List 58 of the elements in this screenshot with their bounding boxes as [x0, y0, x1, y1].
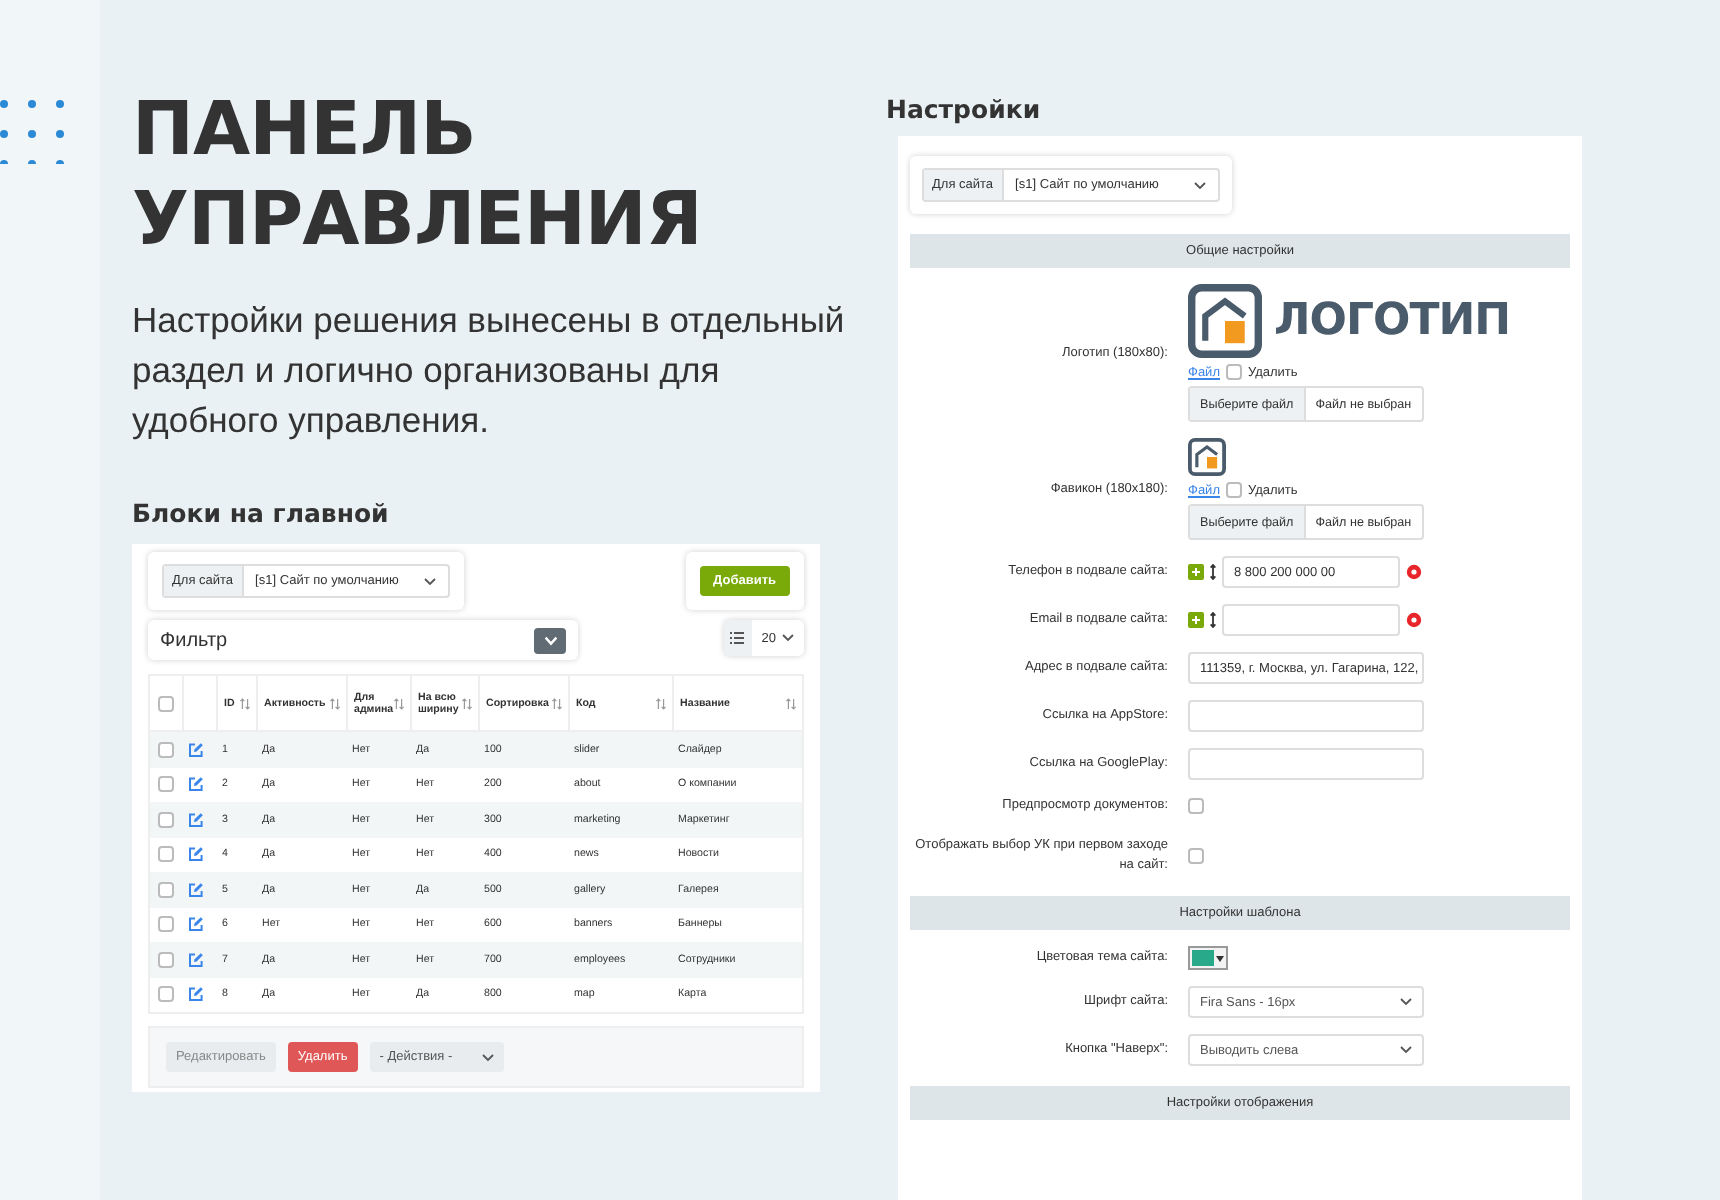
checkbox[interactable] [1225, 482, 1242, 498]
remove-icon[interactable] [1406, 612, 1422, 628]
checkbox[interactable] [158, 811, 174, 828]
color-picker[interactable] [1188, 946, 1228, 970]
add-icon[interactable] [1188, 612, 1204, 628]
chevron-down-icon [543, 635, 557, 645]
edit-icon[interactable] [188, 881, 204, 898]
filter-bar[interactable]: Фильтр [148, 620, 578, 660]
house-logo-icon [1188, 284, 1262, 358]
text-field[interactable] [1188, 700, 1424, 732]
checkbox[interactable] [1188, 798, 1204, 814]
edit-icon[interactable] [188, 986, 204, 1003]
checkbox[interactable] [1188, 848, 1204, 864]
text-field[interactable] [1222, 604, 1400, 636]
edit-icon[interactable] [188, 916, 204, 933]
chevron-down-icon [1194, 181, 1206, 189]
panel-title: Настройки [886, 94, 1043, 124]
sort-icon[interactable] [240, 697, 250, 709]
chevron-down-icon [1400, 1046, 1412, 1054]
chevron-down-icon [1400, 998, 1412, 1006]
caret-icon [1216, 955, 1224, 961]
checkbox[interactable] [1225, 364, 1242, 380]
checkbox[interactable] [158, 881, 174, 898]
checkbox[interactable] [158, 916, 174, 933]
checkbox[interactable] [158, 741, 174, 758]
chevron-down-icon [481, 1053, 494, 1061]
checkbox[interactable] [158, 776, 174, 793]
sort-icon[interactable] [330, 697, 340, 709]
checkbox[interactable] [158, 951, 174, 968]
edit-icon[interactable] [188, 951, 204, 968]
page-heading: ПАНЕЛЬ УПРАВЛЕНИЯ [132, 84, 704, 264]
section-title: Блоки на главной [132, 498, 391, 528]
edit-icon[interactable] [188, 741, 204, 758]
filter-label: Фильтр [160, 629, 228, 651]
checkbox[interactable] [158, 986, 174, 1003]
expand-button[interactable] [534, 627, 566, 653]
checkbox[interactable] [158, 846, 174, 863]
sort-icon[interactable] [552, 697, 562, 709]
sort-icon[interactable] [656, 697, 666, 709]
text-field[interactable] [1188, 748, 1424, 780]
dots-decoration [0, 100, 64, 164]
house-favicon-icon [1188, 438, 1226, 476]
chevron-down-icon [782, 634, 794, 642]
drag-icon[interactable] [1210, 564, 1216, 580]
remove-icon[interactable] [1406, 564, 1422, 580]
logo-image: ЛОГОТИП [1188, 284, 1511, 358]
add-icon[interactable] [1188, 564, 1204, 580]
drag-icon[interactable] [1210, 612, 1216, 628]
description-text: Настройки решения вынесены в отдельный раздел и логично организованы для удобного управления. [132, 298, 847, 444]
checkbox[interactable] [158, 695, 174, 711]
edit-icon[interactable] [188, 811, 204, 828]
chevron-down-icon [423, 577, 436, 585]
edit-icon[interactable] [188, 846, 204, 863]
list-icon[interactable] [730, 632, 745, 644]
sort-icon[interactable] [462, 697, 472, 709]
edit-icon[interactable] [188, 776, 204, 793]
sort-icon[interactable] [394, 697, 404, 709]
sort-icon[interactable] [786, 697, 796, 709]
